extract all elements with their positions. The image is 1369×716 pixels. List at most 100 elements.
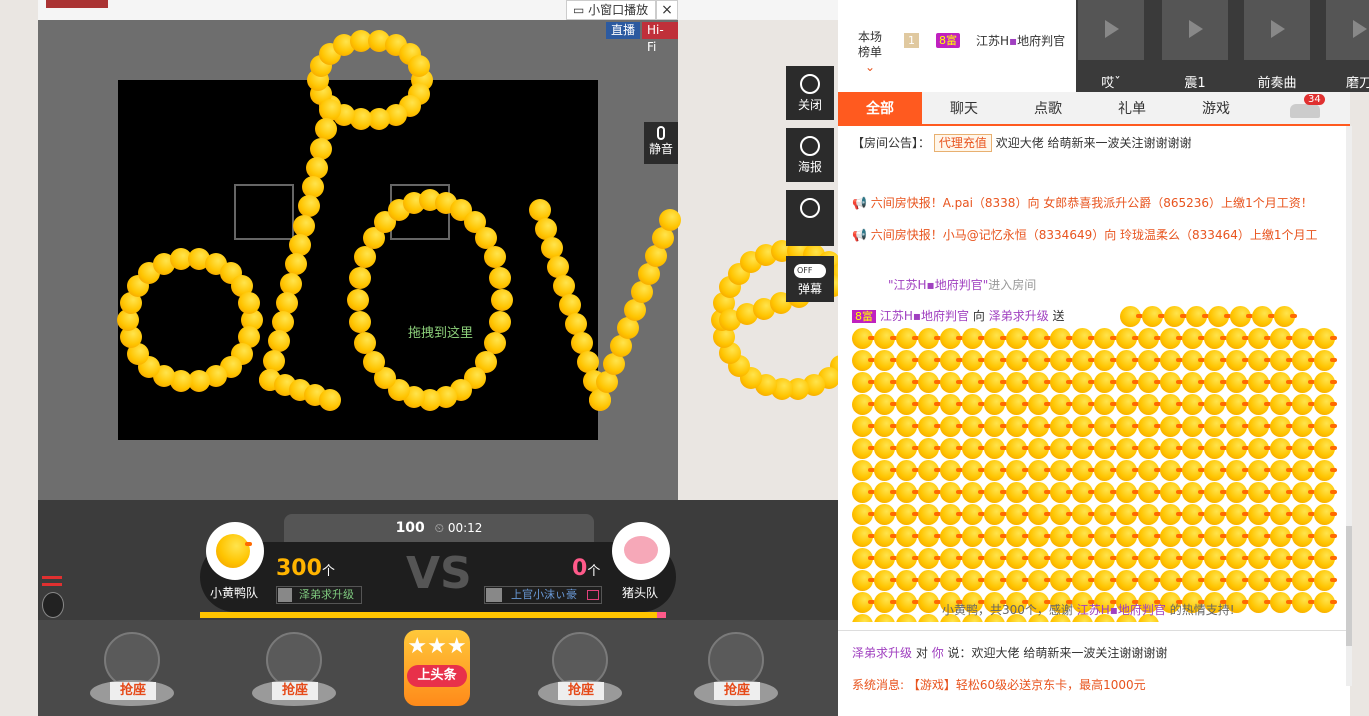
play-icon [1271, 20, 1285, 38]
duck-icon [1270, 460, 1293, 481]
left-team-name: 小黄鸭队 [210, 586, 259, 600]
duck-icon [297, 195, 320, 218]
duck-icon [1138, 372, 1161, 393]
duck-icon [1182, 504, 1205, 525]
duck-icon [1006, 372, 1029, 393]
duck-icon [1120, 306, 1143, 327]
poster-button[interactable]: 海报 [786, 128, 834, 182]
duck-icon [874, 460, 897, 481]
duck-icon [896, 504, 919, 525]
agent-recharge-link[interactable]: 代理充值 [933, 134, 992, 152]
left-user-tag[interactable]: 泽弟求升级 [276, 586, 362, 604]
duck-icon [1182, 372, 1205, 393]
grab-seat-button[interactable]: 抢座 [714, 682, 760, 700]
seat-1[interactable]: 抢座 [90, 632, 174, 716]
duck-icon [1182, 570, 1205, 591]
duck-icon [874, 614, 895, 622]
room-avatar [46, 0, 108, 8]
duck-icon [984, 350, 1007, 371]
duck-icon [984, 504, 1007, 525]
tab-chat[interactable]: 聊天 [922, 92, 1006, 126]
duck-icon [1006, 460, 1029, 481]
duck-icon [874, 592, 897, 613]
gift-tool-icon[interactable] [42, 576, 62, 586]
close-mini-button[interactable]: × [656, 0, 678, 20]
duck-icon [1138, 350, 1161, 371]
duck-icon [1050, 504, 1073, 525]
car-icon[interactable] [1290, 104, 1320, 118]
duck-icon [1182, 482, 1205, 503]
duck-icon [940, 416, 963, 437]
duck-icon [1138, 570, 1161, 591]
duck-icon [962, 482, 985, 503]
seat-3[interactable]: 抢座 [538, 632, 622, 716]
mute-button[interactable]: 静音 [644, 122, 678, 164]
duck-icon [1116, 394, 1139, 415]
grab-seat-button[interactable]: 抢座 [110, 682, 156, 700]
duck-icon [1094, 570, 1117, 591]
duck-icon [962, 394, 985, 415]
grab-seat-button[interactable]: 抢座 [558, 682, 604, 700]
duck-icon [1204, 438, 1227, 459]
gift-summary: 小黄鸭，共300个，感谢 江苏H▪地府判官 的热情支持! [942, 603, 1235, 617]
duck-icon [1292, 372, 1315, 393]
duck-icon [1138, 548, 1161, 569]
duck-icon [962, 504, 985, 525]
grab-seat-button[interactable]: 抢座 [272, 682, 318, 700]
song-thumb-2[interactable] [1162, 0, 1228, 60]
duck-icon [1050, 328, 1073, 349]
duck-icon [1138, 416, 1161, 437]
seat-4[interactable]: 抢座 [694, 632, 778, 716]
headline-button[interactable]: ★★★ 上头条 [404, 630, 470, 706]
duck-icon [984, 328, 1007, 349]
duck-icon [1292, 328, 1315, 349]
duck-icon [489, 266, 512, 289]
announcement: 【房间公告】： 代理充值 欢迎大佬 给萌新来一波关注谢谢谢谢 [852, 134, 1192, 152]
duck-icon [1292, 482, 1315, 503]
duck-icon [1226, 438, 1249, 459]
scrollbar[interactable] [1346, 126, 1352, 686]
duck-icon [1314, 592, 1337, 613]
duck-icon [1292, 438, 1315, 459]
duck-icon [1248, 570, 1271, 591]
duck-icon [1160, 394, 1183, 415]
right-user-tag[interactable]: 上官小沫ぃ豪 [484, 586, 602, 604]
duck-icon [1072, 416, 1095, 437]
tab-games[interactable]: 游戏 [1174, 92, 1258, 126]
seat-2[interactable]: 抢座 [252, 632, 336, 716]
tab-gifts[interactable]: 礼单 [1090, 92, 1174, 126]
tab-all[interactable]: 全部 [838, 92, 922, 126]
star-icon: ★★★ [407, 634, 467, 659]
close-video-button[interactable]: 关闭 [786, 66, 834, 120]
duck-icon [1094, 372, 1117, 393]
duck-icon [874, 416, 897, 437]
duck-icon [1226, 504, 1249, 525]
duck-icon [1226, 416, 1249, 437]
microphone-button[interactable] [42, 592, 64, 618]
rank-title[interactable]: 本场 榜单 ⌄ [858, 30, 882, 75]
song-thumb-3[interactable] [1244, 0, 1310, 60]
duck-icon [1314, 504, 1337, 525]
duck-icon [1138, 460, 1161, 481]
duck-icon [1182, 438, 1205, 459]
tab-songs[interactable]: 点歌 [1006, 92, 1090, 126]
song-thumb-4[interactable] [1326, 0, 1369, 60]
mini-player-button[interactable]: ▭ 小窗口播放 [566, 0, 656, 20]
duck-icon [1270, 394, 1293, 415]
duck-icon [1050, 438, 1073, 459]
duck-icon [1270, 570, 1293, 591]
chat-message: 泽弟求升级 对 你 说：欢迎大佬 给萌新来一波关注谢谢谢谢 [852, 646, 1168, 660]
rank-user[interactable]: 江苏H▪地府判官 [976, 32, 1065, 49]
scrollbar-thumb[interactable] [1346, 526, 1352, 646]
danmaku-toggle[interactable]: OFF 弹幕 [786, 256, 834, 302]
duck-icon [1094, 438, 1117, 459]
play-icon [1105, 20, 1119, 38]
left-team-avatar [206, 522, 264, 580]
right-count: 0个 [572, 556, 601, 581]
song-thumb-1[interactable] [1078, 0, 1144, 60]
duck-icon [984, 526, 1007, 547]
share-button[interactable] [786, 190, 834, 246]
duck-icon [962, 372, 985, 393]
duck-icon [1028, 350, 1051, 371]
duck-icon [984, 372, 1007, 393]
